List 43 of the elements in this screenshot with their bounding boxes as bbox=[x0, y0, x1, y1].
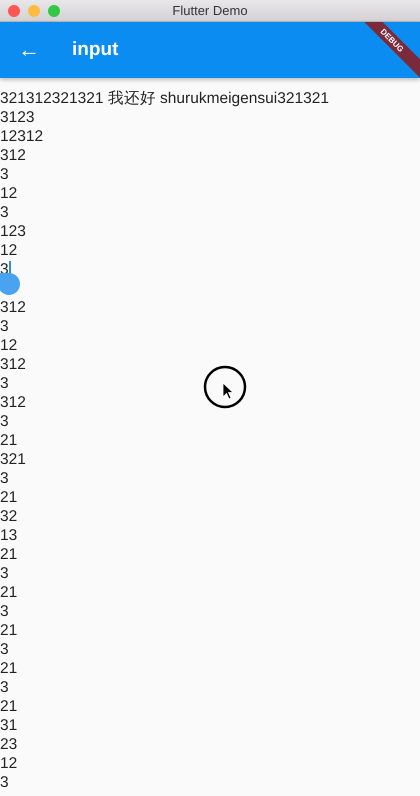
text-line: 3 bbox=[0, 602, 9, 621]
back-button[interactable]: ← bbox=[16, 37, 42, 63]
text-line: 12 bbox=[0, 336, 18, 355]
selection-handle[interactable] bbox=[0, 273, 20, 295]
text-line: 12 bbox=[0, 241, 18, 260]
window-title: Flutter Demo bbox=[172, 3, 248, 18]
text-line: 312 bbox=[0, 298, 26, 317]
close-icon[interactable] bbox=[8, 5, 20, 17]
text-line: 321 bbox=[0, 450, 26, 469]
text-line: 123 bbox=[0, 222, 26, 241]
text-line: 21 bbox=[0, 621, 18, 640]
text-line: 3123 bbox=[0, 108, 34, 127]
text-line: 12312 bbox=[0, 127, 44, 146]
text-line: 3 bbox=[0, 564, 9, 583]
text-line: 321312321321 我还好 shurukmeigensui321321 bbox=[0, 89, 329, 108]
text-line: 21 bbox=[0, 431, 18, 450]
text-line: 12 bbox=[0, 184, 18, 203]
text-line: 3 bbox=[0, 412, 9, 431]
text-line: 312 bbox=[0, 393, 26, 412]
text-line: 3 bbox=[0, 317, 9, 336]
text-line: 32 bbox=[0, 507, 18, 526]
text-line: 3 bbox=[0, 203, 9, 222]
text-line: 23 bbox=[0, 735, 18, 754]
text-line: 3 bbox=[0, 678, 9, 697]
minimize-icon[interactable] bbox=[28, 5, 40, 17]
text-line: 312 bbox=[0, 355, 26, 374]
text-line: 3 bbox=[0, 374, 9, 393]
text-line: 312 bbox=[0, 146, 26, 165]
text-line: 21 bbox=[0, 583, 18, 602]
text-line: 21 bbox=[0, 545, 18, 564]
text-line: 3 bbox=[0, 469, 9, 488]
text-line: 3 bbox=[0, 165, 9, 184]
mouse-pointer-icon bbox=[203, 365, 247, 409]
text-line: 3 bbox=[0, 773, 9, 792]
text-line: 21 bbox=[0, 488, 18, 507]
app-bar-title: input bbox=[72, 39, 118, 61]
text-line: 13 bbox=[0, 526, 18, 545]
text-line: 21 bbox=[0, 697, 18, 716]
text-line: 21 bbox=[0, 659, 18, 678]
text-line: 3 bbox=[0, 640, 9, 659]
zoom-icon[interactable] bbox=[48, 5, 60, 17]
text-line: 31 bbox=[0, 716, 18, 735]
text-line: 12 bbox=[0, 754, 18, 773]
